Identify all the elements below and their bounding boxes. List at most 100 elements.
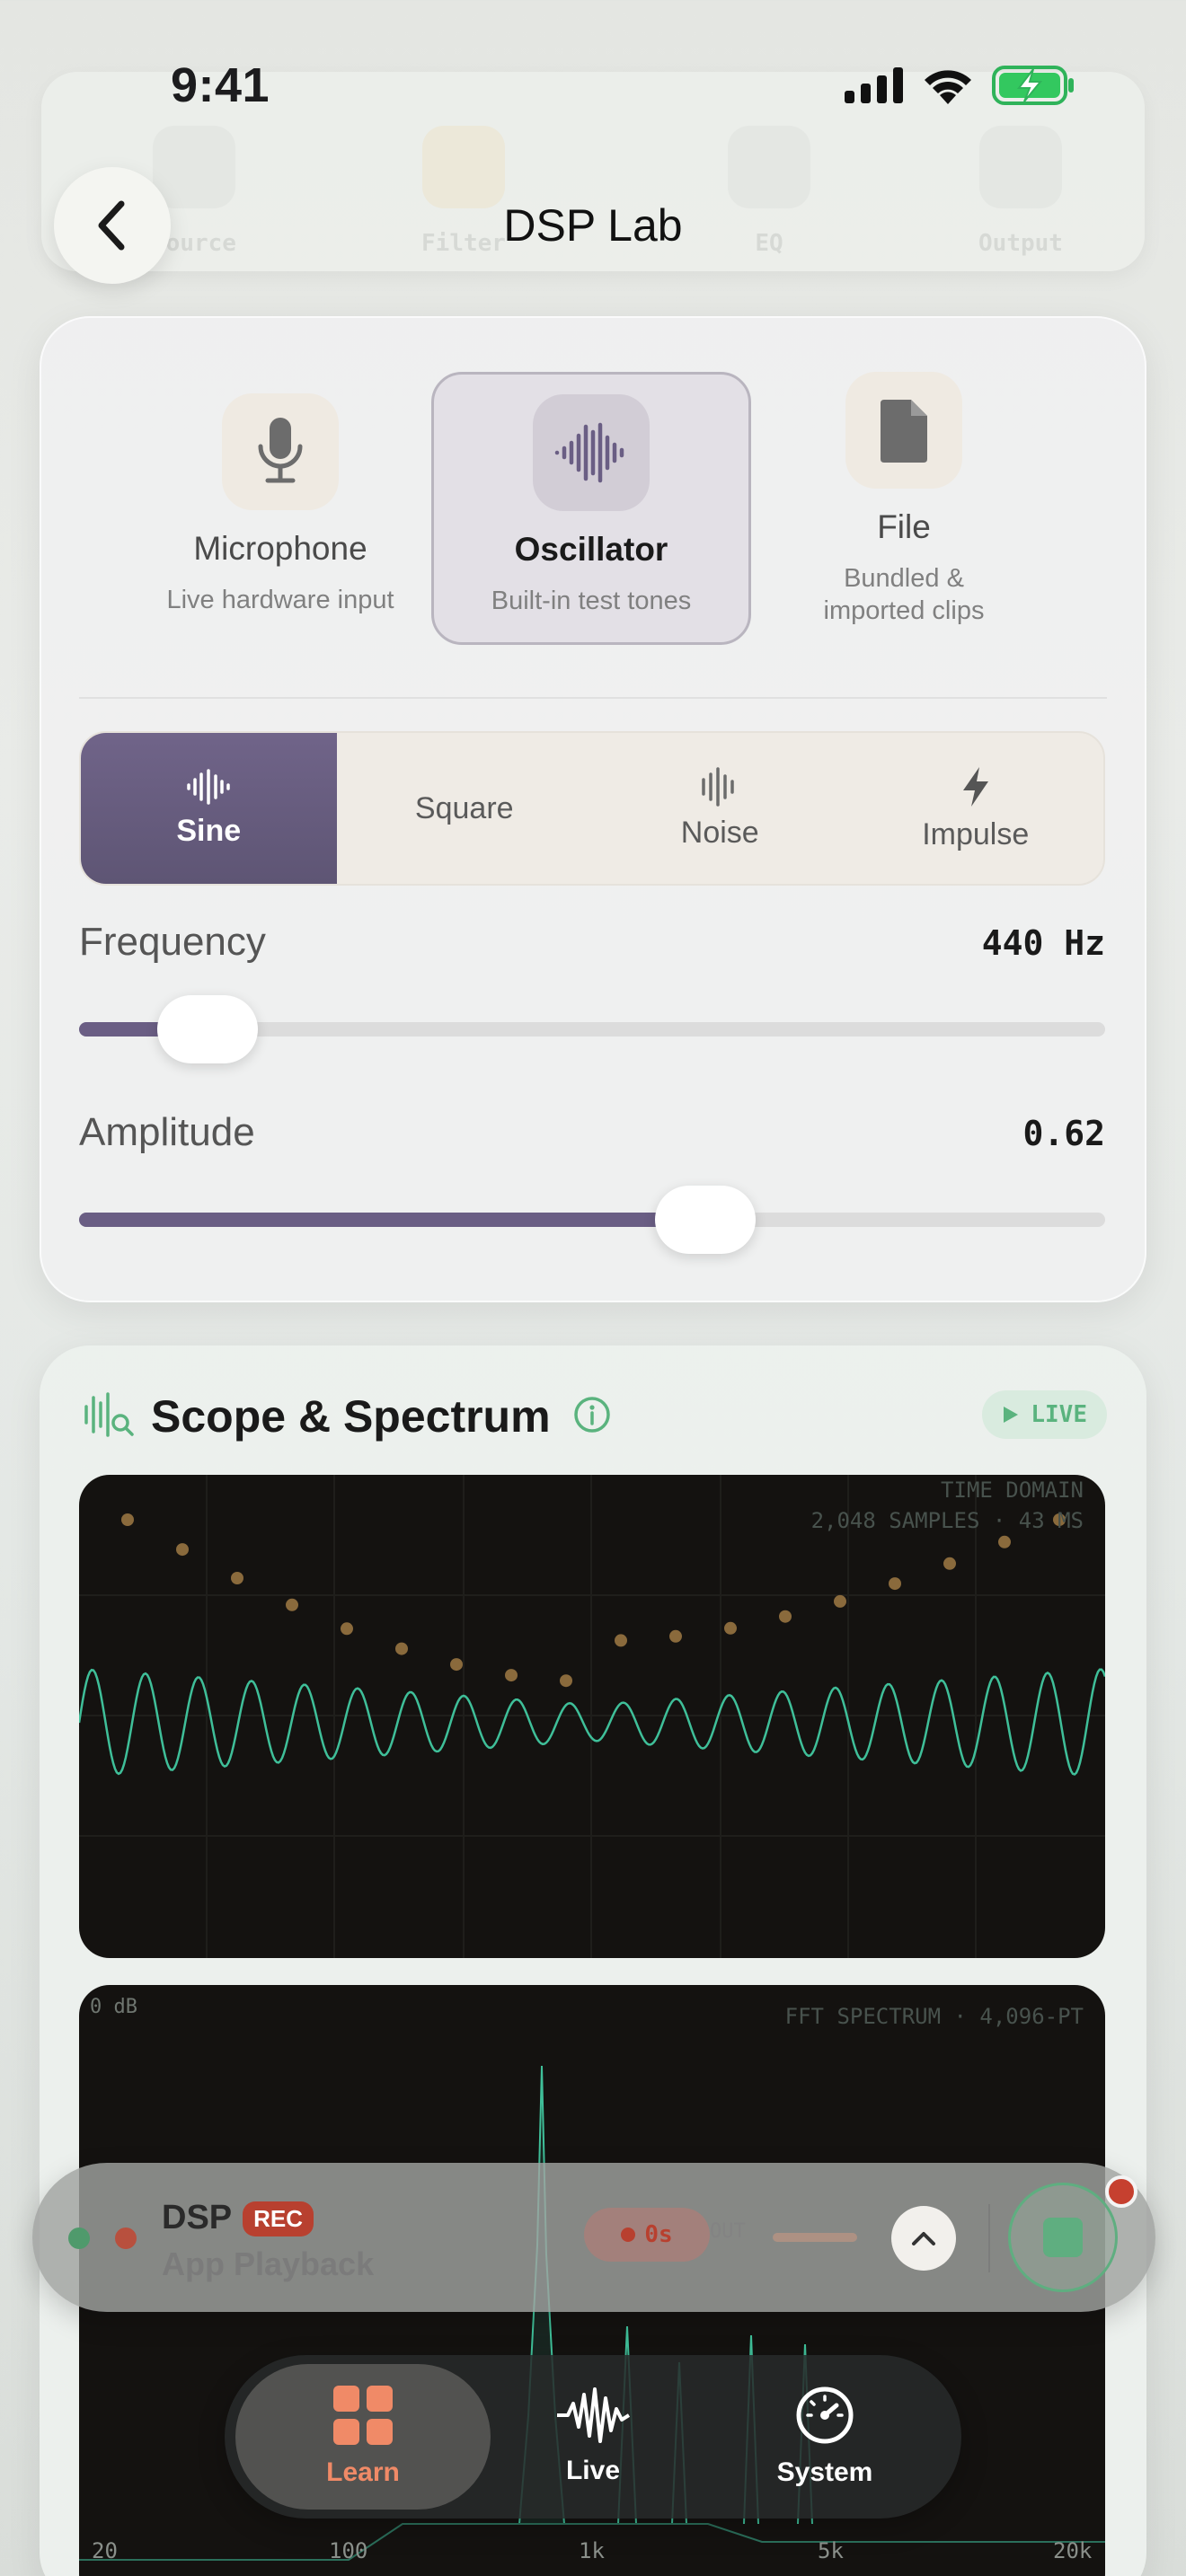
output-label: OUT: [710, 2220, 746, 2243]
status-dot-red: [115, 2228, 137, 2249]
time-domain-plot: [79, 1475, 1105, 1958]
rec-timer: 0s: [584, 2208, 710, 2262]
live-label: LIVE: [1031, 1401, 1087, 1428]
scope-dot: [998, 1535, 1011, 1548]
scope-dot: [231, 1572, 243, 1584]
waveform-label: Square: [414, 790, 514, 825]
source-option-label: Oscillator: [514, 531, 668, 568]
waveform-search-icon: [84, 1392, 134, 1437]
scope-dot: [395, 1642, 408, 1655]
time-domain-label: TIME DOMAIN: [941, 1478, 1084, 1503]
mini-player-subtitle: App Playback: [162, 2245, 375, 2282]
waveform-label: Sine: [176, 813, 242, 848]
source-option-desc: Built-in test tones: [491, 587, 692, 615]
tab-label: Live: [565, 2456, 621, 2485]
time-domain-sub: 2,048 SAMPLES · 43 MS: [810, 1508, 1084, 1533]
freq-tick-label: 5k: [818, 2538, 844, 2563]
divider: [79, 697, 1107, 699]
battery-charging-icon: [992, 66, 1074, 105]
status-time: 9:41: [171, 58, 270, 112]
cellular-signal-icon: [845, 67, 903, 103]
frequency-slider-thumb[interactable]: [156, 995, 258, 1063]
source-option-label: File: [877, 508, 931, 545]
waveform-icon: [557, 2387, 631, 2443]
info-icon[interactable]: [573, 1396, 611, 1434]
source-option-file[interactable]: File Bundled & imported clips: [744, 352, 1064, 625]
mini-player-separator: [988, 2204, 990, 2272]
amplitude-slider-thumb[interactable]: [654, 1186, 756, 1254]
scope-dot: [615, 1634, 627, 1647]
waveform-option-square[interactable]: Square: [337, 733, 593, 884]
mini-player[interactable]: DSP REC App Playback 0s OUT: [32, 2163, 1155, 2312]
status-icons: [845, 63, 1075, 108]
waveform-option-noise[interactable]: Noise: [592, 733, 848, 884]
frequency-label: Frequency: [79, 920, 266, 964]
stop-button[interactable]: [1008, 2183, 1118, 2292]
frequency-slider[interactable]: [79, 995, 1105, 1063]
scope-dot: [341, 1622, 353, 1636]
scope-dot: [834, 1594, 846, 1608]
rec-badge: REC: [243, 2201, 314, 2237]
amplitude-label: Amplitude: [79, 1110, 255, 1154]
tab-live[interactable]: Live: [465, 2364, 721, 2510]
recording-dot: [1105, 2175, 1137, 2208]
status-dot-green: [68, 2228, 90, 2249]
scope-dot: [176, 1543, 189, 1557]
source-option-microphone[interactable]: Microphone Live hardware input: [120, 374, 440, 647]
scope-dot: [889, 1577, 901, 1591]
tab-bar: Learn Live System: [225, 2355, 961, 2519]
tab-label: Learn: [326, 2457, 400, 2487]
source-option-oscillator[interactable]: Oscillator Built-in test tones: [431, 372, 751, 645]
scope-dot: [724, 1621, 737, 1635]
document-icon: [845, 372, 962, 489]
waveform-label: Impulse: [922, 816, 1030, 851]
output-level-meter: [773, 2233, 857, 2242]
freq-tick-label: 20: [92, 2538, 118, 2563]
waveform-option-impulse[interactable]: Impulse: [848, 733, 1104, 884]
gauge-icon: [796, 2386, 854, 2444]
source-option-label: Microphone: [193, 530, 367, 567]
live-badge[interactable]: LIVE: [982, 1390, 1107, 1439]
rec-indicator-icon: [621, 2228, 636, 2242]
scope-dot: [943, 1557, 956, 1570]
amplitude-value: 0.62: [1022, 1114, 1105, 1153]
sine-wave-icon: [187, 768, 230, 805]
scope-dot: [560, 1674, 572, 1688]
stop-icon: [1043, 2218, 1083, 2257]
noise-icon: [702, 766, 734, 807]
bolt-icon: [962, 766, 988, 807]
tab-system[interactable]: System: [697, 2364, 952, 2510]
waveform-icon: [533, 394, 650, 511]
source-card: Microphone Live hardware input Oscillato…: [40, 316, 1146, 1302]
scope-dot: [450, 1658, 463, 1672]
scope-dot: [669, 1629, 682, 1643]
mini-player-title-text: DSP: [162, 2199, 233, 2236]
source-option-desc: Live hardware input: [166, 586, 394, 614]
freq-tick-label: 1k: [579, 2538, 605, 2563]
scope-dot: [121, 1513, 134, 1526]
freq-tick-label: 100: [329, 2538, 368, 2563]
rec-timer-value: 0s: [644, 2221, 673, 2248]
waveform-selector: Sine Square Noise Impulse: [79, 731, 1105, 886]
grid-icon: [333, 2386, 393, 2445]
tab-label: System: [776, 2457, 873, 2487]
expand-button[interactable]: [891, 2206, 956, 2271]
source-option-desc: Bundled & imported clips: [823, 564, 985, 625]
waveform-label: Noise: [680, 815, 759, 850]
time-domain-panel: TIME DOMAIN 2,048 SAMPLES · 43 MS: [79, 1475, 1105, 1958]
play-icon: [1004, 1407, 1019, 1423]
scope-title: Scope & Spectrum: [151, 1391, 551, 1442]
frequency-value: 440 Hz: [981, 923, 1105, 963]
waveform-option-sine[interactable]: Sine: [81, 733, 337, 884]
amplitude-slider-fill: [79, 1213, 705, 1227]
chevron-up-icon: [912, 2232, 935, 2245]
tab-learn[interactable]: Learn: [235, 2364, 491, 2510]
wifi-icon: [925, 70, 971, 104]
mini-player-title: DSP REC: [162, 2199, 314, 2237]
scope-dot: [505, 1669, 518, 1682]
amplitude-slider[interactable]: [79, 1186, 1105, 1254]
freq-tick-label: 20k: [1053, 2538, 1093, 2563]
page-title: DSP Lab: [503, 200, 683, 251]
microphone-icon: [222, 393, 339, 510]
scope-dot: [286, 1598, 298, 1611]
